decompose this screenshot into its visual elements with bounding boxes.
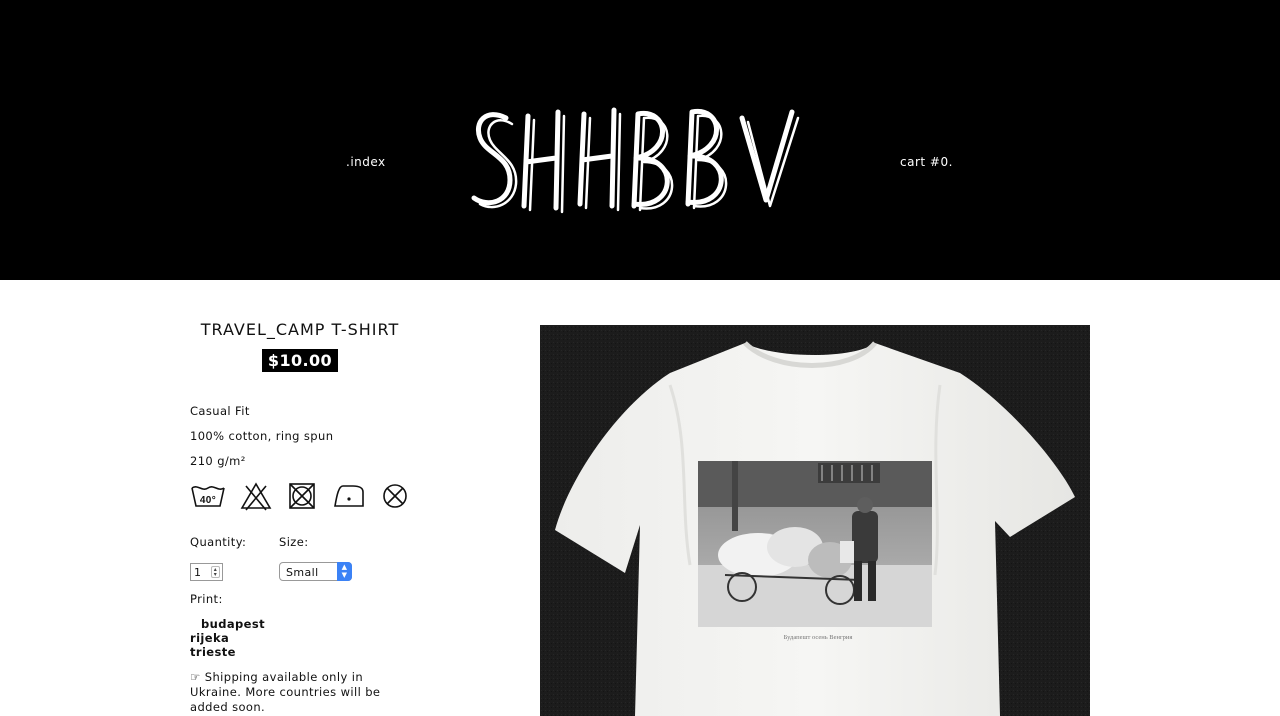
product-title: TRAVEL_CAMP T-SHIRT xyxy=(200,320,400,339)
product-price: $10.00 xyxy=(261,349,339,372)
print-option-trieste[interactable]: trieste xyxy=(190,645,265,659)
print-option-rijeka[interactable]: rijeka xyxy=(190,631,265,645)
wash-40-icon: 40° xyxy=(191,486,225,507)
product-image: Будапешт осень Венгрия xyxy=(540,325,1090,716)
size-select[interactable]: Small ▲ ▼ xyxy=(279,562,352,581)
print-option-budapest[interactable]: budapest xyxy=(190,617,265,631)
print-label: Print: xyxy=(190,592,223,606)
shipping-note: ☞ Shipping available only in Ukraine. Mo… xyxy=(190,670,381,714)
select-arrows-icon: ▲ ▼ xyxy=(337,562,352,581)
shirt-print-caption: Будапешт осень Венгрия xyxy=(784,634,853,641)
stepper-arrows-icon[interactable]: ▴ ▾ xyxy=(211,566,220,578)
size-label: Size: xyxy=(279,535,309,549)
shirt-print-photo xyxy=(698,461,932,627)
print-options: budapest rijeka trieste xyxy=(190,617,265,659)
quantity-stepper[interactable]: 1 ▴ ▾ xyxy=(190,563,223,581)
wash-temp: 40° xyxy=(200,495,216,506)
site-logo[interactable] xyxy=(466,100,806,220)
spec-weight: 210 g/m² xyxy=(190,454,246,468)
no-tumble-dry-icon xyxy=(289,483,315,509)
spec-material: 100% cotton, ring spun xyxy=(190,429,334,443)
iron-low-icon xyxy=(334,485,364,507)
nav-cart-link[interactable]: cart #0. xyxy=(900,155,953,169)
quantity-label: Quantity: xyxy=(190,535,247,549)
spec-fit: Casual Fit xyxy=(190,404,250,418)
site-header: .index cart #0. xyxy=(0,0,1280,280)
nav-index-link[interactable]: .index xyxy=(346,155,386,169)
no-bleach-icon xyxy=(240,482,272,511)
size-value: Small xyxy=(286,566,319,579)
tshirt-photo: Будапешт осень Венгрия xyxy=(540,325,1090,716)
no-dry-clean-icon xyxy=(383,484,407,508)
quantity-value: 1 xyxy=(194,566,202,579)
care-instructions: 40° xyxy=(190,480,410,512)
